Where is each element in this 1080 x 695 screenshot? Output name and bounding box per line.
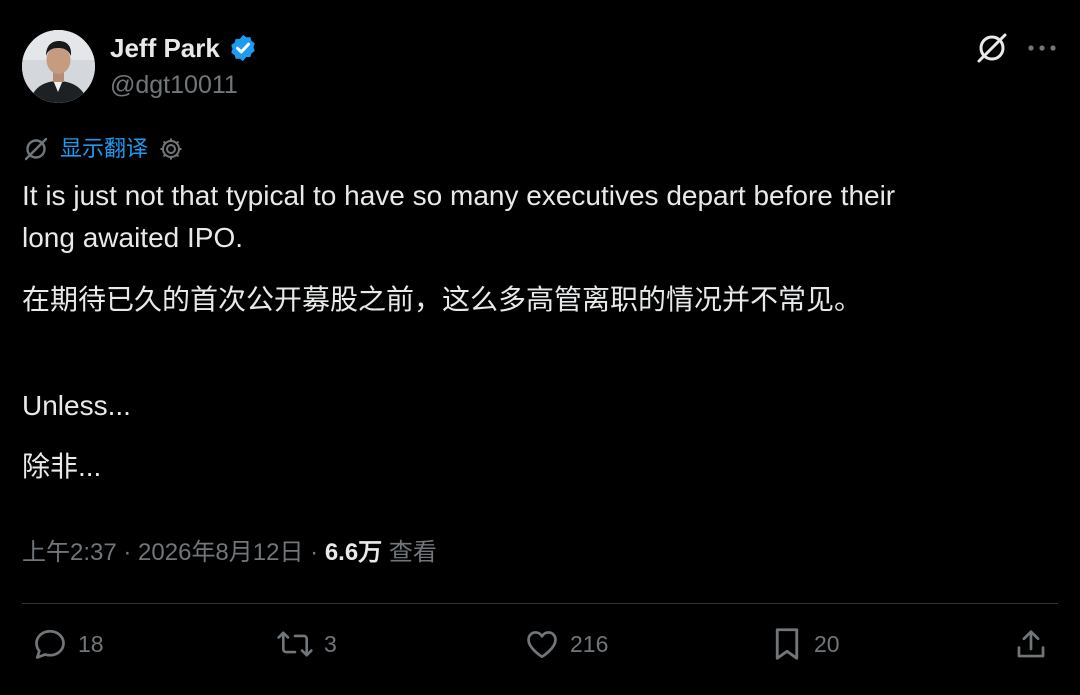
retweet-button[interactable]: 3	[276, 626, 337, 662]
display-name[interactable]: Jeff Park	[110, 32, 220, 64]
views-count: 6.6万	[324, 539, 383, 566]
reply-button[interactable]: 18	[32, 626, 104, 662]
like-button[interactable]: 216	[524, 626, 608, 662]
tweet-translation-line: 除非...	[22, 451, 102, 482]
meta-separator: ·	[303, 539, 325, 566]
retweet-count: 3	[324, 630, 337, 657]
translate-row[interactable]: 显示翻译	[22, 134, 184, 164]
gear-icon[interactable]	[158, 136, 184, 162]
tweet-text-line: long awaited IPO.	[22, 222, 244, 253]
avatar[interactable]	[22, 30, 95, 103]
share-icon	[1017, 630, 1045, 658]
divider	[22, 603, 1058, 604]
views-label: 查看	[382, 539, 437, 566]
avatar-image	[22, 30, 95, 103]
bookmark-icon	[775, 628, 799, 660]
like-icon	[527, 631, 557, 659]
share-button[interactable]	[1014, 626, 1048, 662]
author-name-row[interactable]: Jeff Park	[110, 32, 258, 64]
show-translation-link[interactable]: 显示翻译	[60, 134, 148, 164]
tweet-text-line: It is just not that typical to have so m…	[22, 180, 896, 211]
tweet-meta: 上午2:37 · 2026年8月12日 · 6.6万 查看	[22, 536, 437, 570]
tweet-date[interactable]: 2026年8月12日	[138, 539, 303, 566]
meta-separator: ·	[116, 539, 139, 566]
tweet-text-line: Unless...	[22, 390, 131, 421]
handle[interactable]: @dgt10011	[110, 70, 238, 100]
retweet-icon	[277, 631, 313, 657]
tweet-time[interactable]: 上午2:37	[22, 539, 117, 566]
tweet-translation-line: 在期待已久的首次公开募股之前，这么多高管离职的情况并不常见。	[22, 284, 863, 315]
verified-badge-icon	[231, 34, 255, 62]
more-icon[interactable]	[1026, 36, 1058, 60]
bookmark-button[interactable]: 20	[770, 626, 840, 662]
reply-count: 18	[78, 630, 104, 657]
reply-icon	[35, 629, 65, 659]
like-count: 216	[570, 630, 609, 657]
translate-icon	[24, 137, 48, 161]
grok-icon[interactable]	[974, 30, 1010, 66]
bookmark-count: 20	[814, 630, 840, 657]
